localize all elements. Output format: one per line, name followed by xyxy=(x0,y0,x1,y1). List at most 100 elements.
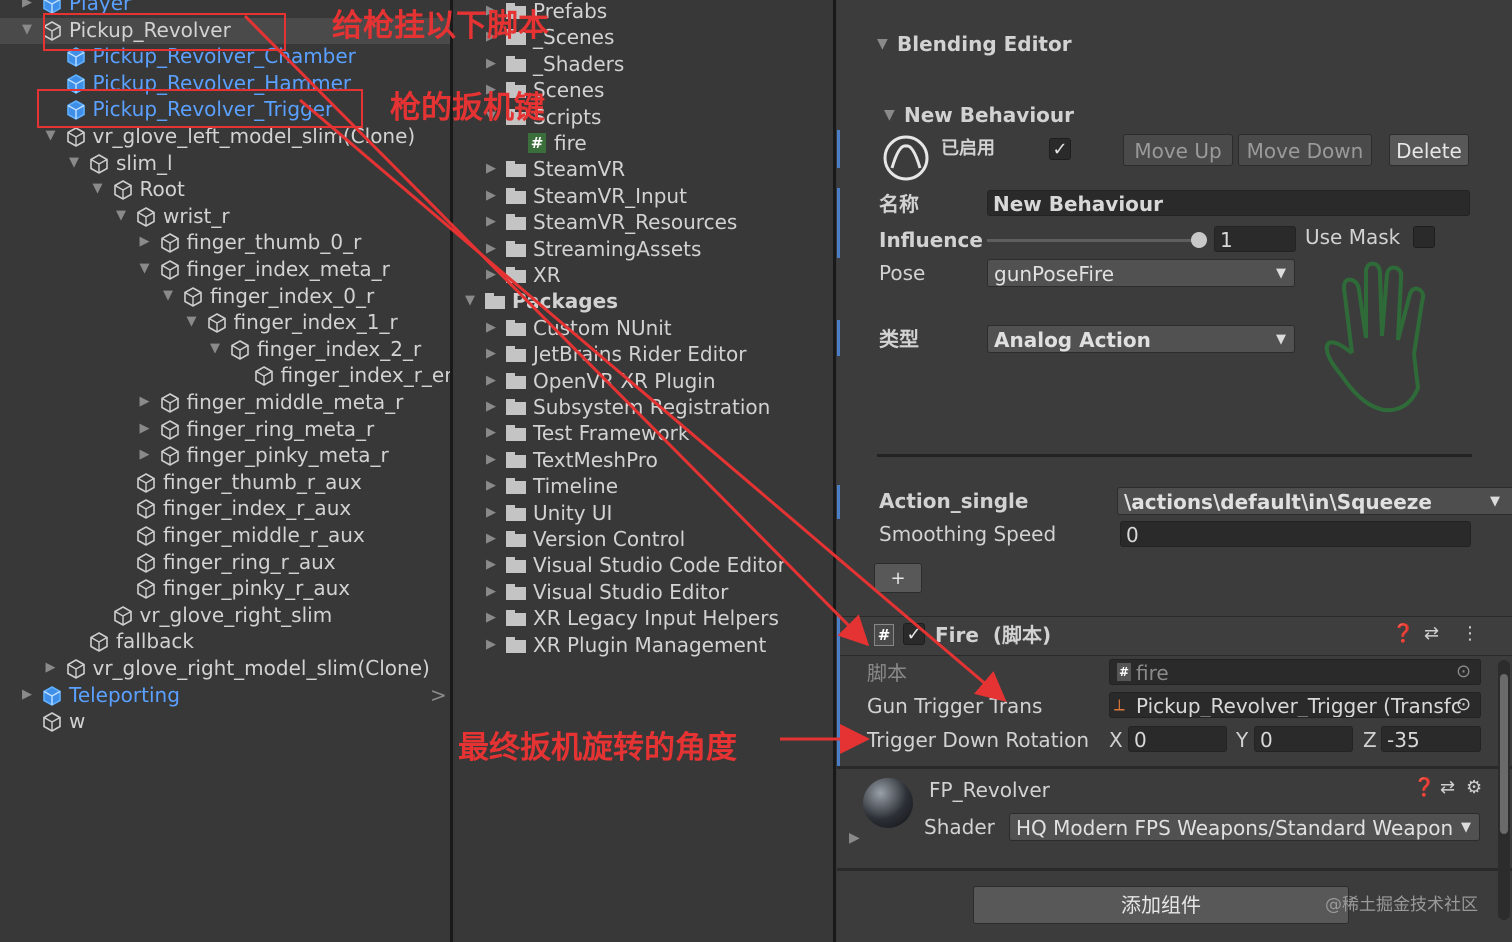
preset-icon[interactable]: ⇄ xyxy=(1440,775,1455,801)
hierarchy-item[interactable]: ▶ finger_middle_meta_r xyxy=(0,389,450,415)
expand-down-arrow-icon[interactable]: ▼ xyxy=(187,309,197,335)
project-item[interactable]: ▶ SteamVR xyxy=(453,156,833,182)
expand-down-arrow-icon[interactable]: ▼ xyxy=(465,288,475,314)
hierarchy-item[interactable]: finger_middle_r_aux xyxy=(0,522,450,548)
expand-down-arrow-icon[interactable]: ▼ xyxy=(210,336,220,362)
hierarchy-item[interactable]: ▼ slim_l xyxy=(0,150,450,176)
project-item[interactable]: ▶ SteamVR_Input xyxy=(453,183,833,209)
hierarchy-item[interactable]: ▼ wrist_r xyxy=(0,203,450,229)
hierarchy-item[interactable]: ▼ finger_index_2_r xyxy=(0,336,450,362)
add-behaviour-button[interactable]: + xyxy=(874,563,922,593)
shader-dropdown[interactable]: HQ Modern FPS Weapons/Standard Weapon ▼ xyxy=(1009,813,1480,841)
name-field[interactable]: New Behaviour xyxy=(987,190,1470,216)
influence-slider-thumb[interactable] xyxy=(1191,232,1207,248)
hierarchy-item[interactable]: ▼ Root xyxy=(0,176,450,202)
rotation-y-field[interactable]: 0 xyxy=(1254,726,1353,752)
rotation-z-field[interactable]: -35 xyxy=(1381,726,1481,752)
influence-field[interactable]: 1 xyxy=(1214,226,1296,252)
preset-icon[interactable]: ⇄ xyxy=(1424,621,1439,647)
project-item[interactable]: ▶ Visual Studio Editor xyxy=(453,579,833,605)
z-label[interactable]: Z xyxy=(1363,727,1377,753)
more-menu-icon[interactable]: ⋮ xyxy=(1461,621,1479,647)
project-item[interactable]: ▶ Unity UI xyxy=(453,500,833,526)
expand-right-arrow-icon[interactable]: ▶ xyxy=(486,262,496,288)
expand-right-arrow-icon[interactable]: ▶ xyxy=(140,442,150,468)
expand-right-arrow-icon[interactable]: ▶ xyxy=(486,51,496,77)
hierarchy-item[interactable]: ▶ finger_ring_meta_r xyxy=(0,416,450,442)
enabled-checkbox[interactable]: ✓ xyxy=(1049,138,1071,160)
smoothing-field[interactable]: 0 xyxy=(1120,521,1471,547)
panel-splitter-right[interactable] xyxy=(833,0,836,942)
expand-right-arrow-icon[interactable]: ▶ xyxy=(486,447,496,473)
project-item[interactable]: ▼ Packages xyxy=(453,288,833,314)
project-item[interactable]: ▶ SteamVR_Resources xyxy=(453,209,833,235)
pose-dropdown[interactable]: gunPoseFire ▼ xyxy=(987,259,1295,287)
fire-enabled-checkbox[interactable]: ✓ xyxy=(903,623,925,645)
collapse-arrow-icon[interactable]: ▼ xyxy=(877,36,888,52)
expand-right-arrow-icon[interactable]: ▶ xyxy=(140,389,150,415)
hierarchy-item[interactable]: vr_glove_right_slim xyxy=(0,602,450,628)
project-item[interactable]: ▶ XR Plugin Management xyxy=(453,632,833,658)
fire-collapse-icon[interactable]: ▼ xyxy=(849,627,860,643)
hierarchy-item[interactable]: w xyxy=(0,708,450,734)
expand-right-arrow-icon[interactable]: ▶ xyxy=(486,526,496,552)
expand-right-arrow-icon[interactable]: ▶ xyxy=(486,552,496,578)
material-expand-icon[interactable]: ▶ xyxy=(849,830,860,846)
project-item[interactable]: ▶ Timeline xyxy=(453,473,833,499)
expand-right-arrow-icon[interactable]: ▶ xyxy=(486,394,496,420)
expand-down-arrow-icon[interactable]: ▼ xyxy=(163,283,173,309)
project-item[interactable]: ▶ TextMeshPro xyxy=(453,447,833,473)
chevron-right-icon[interactable]: > xyxy=(430,682,447,708)
help-icon[interactable]: ❓ xyxy=(1413,775,1435,801)
expand-right-arrow-icon[interactable]: ▶ xyxy=(140,416,150,442)
influence-slider-track[interactable] xyxy=(987,239,1199,242)
inspector-scrollbar[interactable] xyxy=(1498,660,1510,920)
project-item[interactable]: ▶ Visual Studio Code Editor xyxy=(453,552,833,578)
move-up-button[interactable]: Move Up xyxy=(1123,134,1233,166)
expand-down-arrow-icon[interactable]: ▼ xyxy=(116,203,126,229)
action-dropdown[interactable]: \actions\default\in\Squeeze ▼ xyxy=(1117,487,1512,515)
hierarchy-item[interactable]: finger_pinky_r_aux xyxy=(0,575,450,601)
expand-right-arrow-icon[interactable]: ▶ xyxy=(486,341,496,367)
project-item[interactable]: ▶ _Shaders xyxy=(453,51,833,77)
behaviour-collapse-icon[interactable]: ▼ xyxy=(884,107,895,123)
project-item[interactable]: ▶ Subsystem Registration xyxy=(453,394,833,420)
expand-right-arrow-icon[interactable]: ▶ xyxy=(486,156,496,182)
rotation-x-field[interactable]: 0 xyxy=(1128,726,1227,752)
expand-right-arrow-icon[interactable]: ▶ xyxy=(486,579,496,605)
expand-down-arrow-icon[interactable]: ▼ xyxy=(140,256,150,282)
x-label[interactable]: X xyxy=(1109,727,1123,753)
hierarchy-item[interactable]: ▶ Teleporting > xyxy=(0,682,450,708)
move-down-button[interactable]: Move Down xyxy=(1238,134,1372,166)
help-icon[interactable]: ❓ xyxy=(1392,621,1414,647)
hierarchy-item[interactable]: ▼ finger_index_1_r xyxy=(0,309,450,335)
hierarchy-item[interactable]: ▶ finger_thumb_0_r xyxy=(0,229,450,255)
hierarchy-item[interactable]: finger_index_r_aux xyxy=(0,495,450,521)
gun-trigger-field[interactable]: Pickup_Revolver_Trigger (Transfc xyxy=(1109,692,1481,718)
type-dropdown[interactable]: Analog Action ▼ xyxy=(987,325,1295,353)
hierarchy-item[interactable]: finger_ring_r_aux xyxy=(0,549,450,575)
use-mask-checkbox[interactable] xyxy=(1413,226,1435,248)
delete-button[interactable]: Delete xyxy=(1389,134,1469,166)
expand-right-arrow-icon[interactable]: ▶ xyxy=(486,315,496,341)
expand-right-arrow-icon[interactable]: ▶ xyxy=(140,229,150,255)
project-item[interactable]: ▶ Test Framework xyxy=(453,420,833,446)
object-picker-icon[interactable]: ⊙ xyxy=(1456,692,1471,718)
expand-right-arrow-icon[interactable]: ▶ xyxy=(486,473,496,499)
expand-down-arrow-icon[interactable]: ▼ xyxy=(93,176,103,202)
expand-down-arrow-icon[interactable]: ▼ xyxy=(22,17,32,43)
hierarchy-item[interactable]: finger_index_r_end xyxy=(0,362,450,388)
expand-right-arrow-icon[interactable]: ▶ xyxy=(22,682,32,708)
expand-right-arrow-icon[interactable]: ▶ xyxy=(486,209,496,235)
expand-right-arrow-icon[interactable]: ▶ xyxy=(486,605,496,631)
project-item[interactable]: ▶ OpenVR XR Plugin xyxy=(453,368,833,394)
expand-right-arrow-icon[interactable]: ▶ xyxy=(486,236,496,262)
project-item[interactable]: ▶ Version Control xyxy=(453,526,833,552)
expand-right-arrow-icon[interactable]: ▶ xyxy=(486,368,496,394)
hierarchy-item[interactable]: ▼ finger_index_meta_r xyxy=(0,256,450,282)
add-component-button[interactable]: 添加组件 xyxy=(973,886,1349,924)
scrollbar-thumb[interactable] xyxy=(1500,674,1508,834)
expand-right-arrow-icon[interactable]: ▶ xyxy=(486,183,496,209)
project-item[interactable]: ▶ Custom NUnit xyxy=(453,315,833,341)
gear-icon[interactable]: ⚙ xyxy=(1466,775,1482,801)
